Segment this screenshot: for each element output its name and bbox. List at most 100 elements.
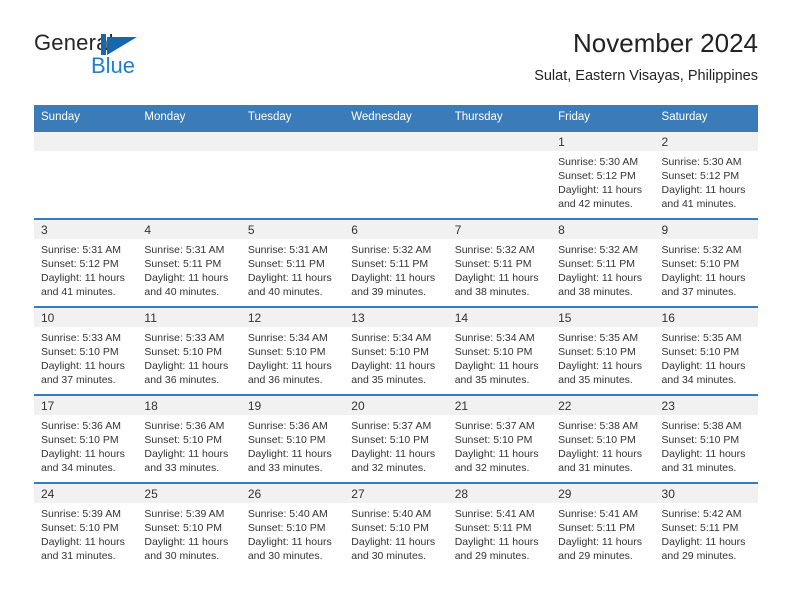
day-number-band: 12 <box>240 308 345 327</box>
day-number: 7 <box>454 223 462 237</box>
daylight-text-line1: Daylight: 11 hours <box>454 448 539 460</box>
calendar-day-cell[interactable]: 7 Sunrise: 5:32 AM Sunset: 5:11 PM Daylight… <box>447 218 552 307</box>
calendar-day-cell[interactable]: 2 Sunrise: 5:30 AM Sunset: 5:12 PM Daylight… <box>654 130 758 219</box>
sunrise-text: Sunrise: 5:36 AM <box>41 420 121 432</box>
calendar-day-cell[interactable]: 13 Sunrise: 5:34 AM Sunset: 5:10 PM Dayligh… <box>344 306 448 395</box>
day-number: 21 <box>454 399 469 413</box>
day-number-band: 16 <box>654 308 758 327</box>
daylight-text-line2: and 29 minutes. <box>661 550 737 562</box>
sunset-text: Sunset: 5:11 PM <box>247 258 325 270</box>
calendar-day-cell[interactable]: 3 Sunrise: 5:31 AM Sunset: 5:12 PM Daylight… <box>34 218 138 307</box>
calendar-day-cell[interactable]: 25 Sunrise: 5:39 AM Sunset: 5:10 PM Dayligh… <box>137 482 241 571</box>
day-detail-body: Sunrise: 5:32 AM Sunset: 5:11 PM Daylight:… <box>344 239 447 299</box>
daylight-text-line1: Daylight: 11 hours <box>558 536 642 548</box>
day-detail-body: Sunrise: 5:38 AM Sunset: 5:10 PM Daylight:… <box>551 415 654 475</box>
day-number: 27 <box>351 487 365 501</box>
calendar-day-cell[interactable]: 9 Sunrise: 5:32 AM Sunset: 5:10 PM Daylight… <box>654 218 758 307</box>
sunset-text: Sunset: 5:10 PM <box>351 434 429 446</box>
day-detail-body: Sunrise: 5:39 AM Sunset: 5:10 PM Daylight:… <box>34 503 137 563</box>
calendar-day-cell[interactable]: 21 Sunrise: 5:37 AM Sunset: 5:10 PM Dayligh… <box>447 394 552 483</box>
sunset-text: Sunset: 5:12 PM <box>41 258 119 270</box>
sunset-text: Sunset: 5:10 PM <box>247 522 326 534</box>
calendar-day-cell[interactable]: 22 Sunrise: 5:38 AM Sunset: 5:10 PM Dayligh… <box>551 394 655 483</box>
weekday-header-wednesday: Wednesday <box>344 105 448 131</box>
calendar-day-cell[interactable]: 23 Sunrise: 5:38 AM Sunset: 5:10 PM Dayligh… <box>654 394 758 483</box>
calendar-day-cell[interactable]: 30 Sunrise: 5:42 AM Sunset: 5:11 PM Dayligh… <box>654 482 758 571</box>
brand-logo[interactable]: General Blue <box>34 30 234 86</box>
day-number: 10 <box>41 311 55 325</box>
daylight-text-line1: Daylight: 11 hours <box>41 360 125 372</box>
daylight-text-line1: Daylight: 11 hours <box>144 272 229 284</box>
daylight-text-line1: Daylight: 11 hours <box>144 360 229 372</box>
day-detail-body: Sunrise: 5:37 AM Sunset: 5:10 PM Daylight:… <box>344 415 447 475</box>
calendar-day-cell[interactable]: 20 Sunrise: 5:37 AM Sunset: 5:10 PM Dayligh… <box>344 394 448 483</box>
daylight-text-line2: and 36 minutes. <box>144 374 220 386</box>
calendar-day-cell[interactable]: 19 Sunrise: 5:36 AM Sunset: 5:10 PM Dayligh… <box>240 394 345 483</box>
calendar-day-cell[interactable]: 18 Sunrise: 5:36 AM Sunset: 5:10 PM Dayligh… <box>137 394 241 483</box>
day-detail-body: Sunrise: 5:32 AM Sunset: 5:11 PM Daylight:… <box>551 239 654 299</box>
page-subtitle: Sulat, Eastern Visayas, Philippines <box>534 68 758 84</box>
calendar-day-cell[interactable]: 10 Sunrise: 5:33 AM Sunset: 5:10 PM Dayligh… <box>34 306 138 395</box>
daylight-text-line1: Daylight: 11 hours <box>247 272 332 284</box>
sunset-text: Sunset: 5:11 PM <box>144 258 222 270</box>
day-number-band: 22 <box>551 396 655 415</box>
day-number: 28 <box>454 487 469 501</box>
logo-bar-shape <box>101 34 106 55</box>
day-number: 15 <box>558 311 572 325</box>
day-detail-body: Sunrise: 5:31 AM Sunset: 5:11 PM Daylight:… <box>241 239 344 299</box>
day-number-band: 1 <box>551 132 655 151</box>
calendar-header-row: Sunday Monday Tuesday Wednesday Thursday… <box>34 105 758 131</box>
sunrise-text: Sunrise: 5:35 AM <box>558 332 639 344</box>
calendar-day-cell[interactable]: 8 Sunrise: 5:32 AM Sunset: 5:11 PM Daylight… <box>551 218 655 307</box>
calendar-day-cell[interactable]: 27 Sunrise: 5:40 AM Sunset: 5:10 PM Dayligh… <box>344 482 448 571</box>
daylight-text-line2: and 33 minutes. <box>144 462 220 474</box>
daylight-text-line2: and 34 minutes. <box>661 374 737 386</box>
calendar-day-cell[interactable]: 28 Sunrise: 5:41 AM Sunset: 5:11 PM Dayligh… <box>447 482 552 571</box>
day-detail-body: Sunrise: 5:32 AM Sunset: 5:11 PM Daylight:… <box>448 239 551 299</box>
calendar-day-cell[interactable]: 14 Sunrise: 5:34 AM Sunset: 5:10 PM Dayligh… <box>447 306 552 395</box>
day-detail-body: Sunrise: 5:33 AM Sunset: 5:10 PM Daylight:… <box>137 327 240 387</box>
day-number-band: 2 <box>654 132 758 151</box>
day-number-band <box>447 132 552 151</box>
calendar-day-cell[interactable]: 6 Sunrise: 5:32 AM Sunset: 5:11 PM Daylight… <box>344 218 448 307</box>
sunrise-text: Sunrise: 5:34 AM <box>351 332 432 344</box>
day-number-band: 15 <box>551 308 655 327</box>
calendar-day-cell[interactable]: 11 Sunrise: 5:33 AM Sunset: 5:10 PM Dayligh… <box>137 306 241 395</box>
calendar-day-cell[interactable]: 4 Sunrise: 5:31 AM Sunset: 5:11 PM Daylight… <box>137 218 241 307</box>
calendar-day-cell[interactable]: 1 Sunrise: 5:30 AM Sunset: 5:12 PM Daylight… <box>551 130 655 219</box>
calendar-week-row: 24 Sunrise: 5:39 AM Sunset: 5:10 PM Dayligh… <box>34 482 758 571</box>
calendar-day-cell[interactable]: 29 Sunrise: 5:41 AM Sunset: 5:11 PM Dayligh… <box>551 482 655 571</box>
sunset-text: Sunset: 5:11 PM <box>454 258 532 270</box>
day-detail-body: Sunrise: 5:31 AM Sunset: 5:11 PM Daylight:… <box>137 239 240 299</box>
calendar-day-cell[interactable]: 24 Sunrise: 5:39 AM Sunset: 5:10 PM Dayligh… <box>34 482 138 571</box>
daylight-text-line2: and 29 minutes. <box>558 550 633 562</box>
calendar-day-cell[interactable]: 5 Sunrise: 5:31 AM Sunset: 5:11 PM Daylight… <box>240 218 345 307</box>
daylight-text-line2: and 30 minutes. <box>144 550 220 562</box>
daylight-text-line1: Daylight: 11 hours <box>661 536 746 548</box>
sunrise-text: Sunrise: 5:41 AM <box>454 508 535 520</box>
calendar-day-cell[interactable]: 17 Sunrise: 5:36 AM Sunset: 5:10 PM Dayligh… <box>34 394 138 483</box>
sunset-text: Sunset: 5:10 PM <box>247 434 326 446</box>
daylight-text-line1: Daylight: 11 hours <box>247 536 332 548</box>
daylight-text-line1: Daylight: 11 hours <box>661 448 746 460</box>
calendar-day-cell[interactable]: 26 Sunrise: 5:40 AM Sunset: 5:10 PM Dayligh… <box>240 482 345 571</box>
sunrise-text: Sunrise: 5:38 AM <box>661 420 742 432</box>
calendar-day-cell[interactable]: 16 Sunrise: 5:35 AM Sunset: 5:10 PM Dayligh… <box>654 306 758 395</box>
daylight-text-line1: Daylight: 11 hours <box>558 272 642 284</box>
sunset-text: Sunset: 5:10 PM <box>558 346 636 358</box>
day-detail-body: Sunrise: 5:36 AM Sunset: 5:10 PM Daylight:… <box>34 415 137 475</box>
daylight-text-line2: and 41 minutes. <box>41 286 116 298</box>
day-number-band <box>137 132 241 151</box>
day-number: 24 <box>41 487 55 501</box>
calendar-day-cell[interactable]: 15 Sunrise: 5:35 AM Sunset: 5:10 PM Dayligh… <box>551 306 655 395</box>
daylight-text-line1: Daylight: 11 hours <box>144 448 229 460</box>
day-number: 13 <box>351 311 365 325</box>
weekday-header-tuesday: Tuesday <box>240 105 345 131</box>
day-number: 6 <box>351 223 358 237</box>
daylight-text-line1: Daylight: 11 hours <box>41 448 125 460</box>
sunset-text: Sunset: 5:10 PM <box>351 346 429 358</box>
day-number-band: 11 <box>137 308 241 327</box>
calendar-day-cell[interactable]: 12 Sunrise: 5:34 AM Sunset: 5:10 PM Dayligh… <box>240 306 345 395</box>
day-number-band <box>34 132 138 151</box>
daylight-text-line1: Daylight: 11 hours <box>247 448 332 460</box>
